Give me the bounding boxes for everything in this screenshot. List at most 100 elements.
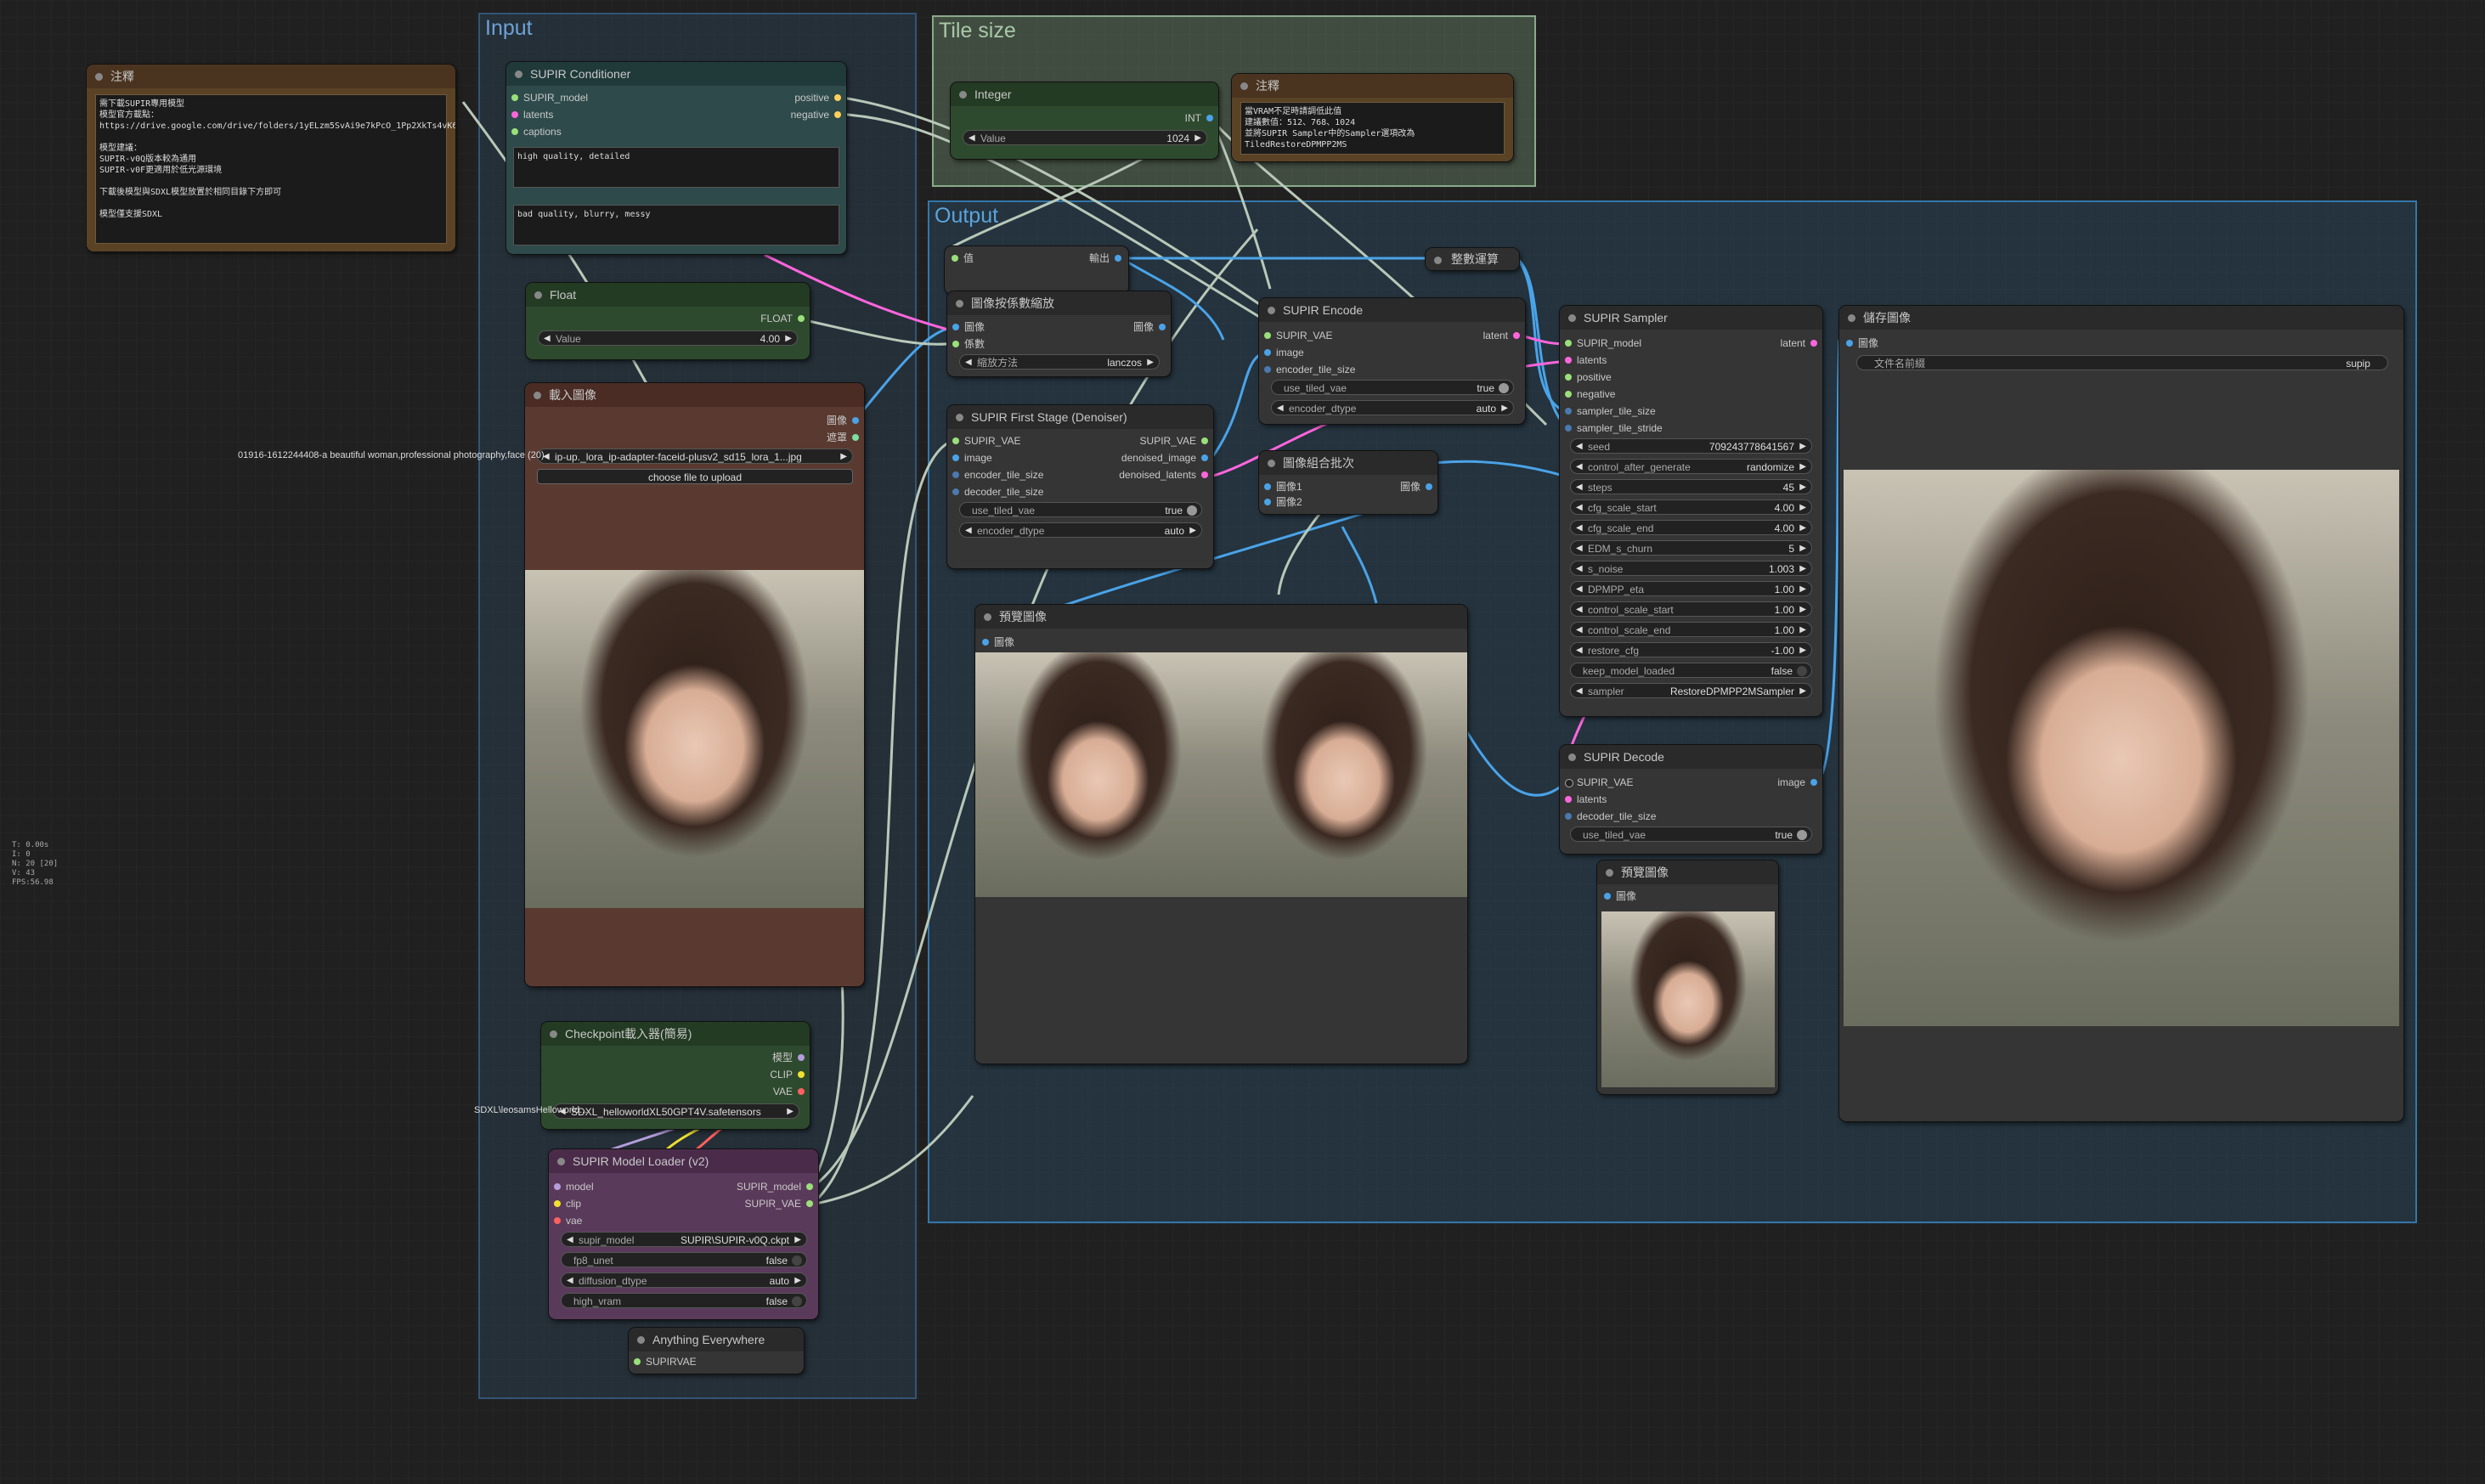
supir-encode-node[interactable]: SUPIR Encode SUPIR_VAE image encoder_til… bbox=[1259, 298, 1525, 424]
use-tiled-vae-toggle[interactable]: use_tiled_vae true bbox=[959, 502, 1202, 517]
encoder-dtype-combo[interactable]: ◀ encoder_dtype auto ▶ bbox=[959, 522, 1202, 538]
float-node[interactable]: Float FLOAT ◀ Value 4.00 ▶ bbox=[526, 283, 810, 359]
negative-prompt-textbox[interactable]: bad quality, blurry, messy bbox=[513, 205, 839, 245]
output-slot-denoised-image[interactable]: denoised_image bbox=[1121, 451, 1208, 465]
increment-arrow-icon[interactable]: ▶ bbox=[1799, 561, 1806, 577]
output-slot-output[interactable]: 輸出 bbox=[1089, 251, 1121, 265]
prev-arrow-icon[interactable]: ◀ bbox=[567, 1273, 573, 1289]
input-slot-image[interactable]: 圖像 bbox=[1604, 889, 1636, 903]
input-slot-image2[interactable]: 圖像2 bbox=[1264, 495, 1302, 509]
input-slot-decoder-tile[interactable]: decoder_tile_size bbox=[952, 485, 1043, 499]
decrement-arrow-icon[interactable]: ◀ bbox=[1576, 439, 1583, 454]
input-slot-decoder-tile[interactable]: decoder_tile_size bbox=[1565, 810, 1656, 823]
anything-everywhere-node[interactable]: Anything Everywhere SUPIRVAE bbox=[629, 1328, 804, 1374]
sampler-combo[interactable]: ◀ sampler RestoreDPMPP2MSampler ▶ bbox=[1570, 683, 1812, 698]
decrement-arrow-icon[interactable]: ◀ bbox=[1576, 561, 1583, 577]
input-slot-model[interactable]: model bbox=[554, 1180, 594, 1193]
output-slot-supir-model[interactable]: SUPIR_model bbox=[737, 1180, 813, 1193]
supir-decode-node[interactable]: SUPIR Decode SUPIR_VAE latents decoder_t… bbox=[1560, 745, 1822, 854]
input-slot-image[interactable]: 圖像 bbox=[952, 320, 985, 334]
output-slot-image[interactable]: 圖像 bbox=[1400, 480, 1432, 494]
input-slot-supir-model[interactable]: SUPIR_model bbox=[511, 91, 588, 104]
dpmpp-eta-widget[interactable]: ◀ DPMPP_eta 1.00 ▶ bbox=[1570, 581, 1812, 596]
next-arrow-icon[interactable]: ▶ bbox=[1799, 460, 1806, 475]
positive-prompt-textbox[interactable]: high quality, detailed bbox=[513, 147, 839, 188]
output-slot-image[interactable]: image bbox=[1777, 776, 1817, 789]
image-scale-by-node[interactable]: 圖像按係數縮放 圖像 係數 圖像 ◀ 縮放方法 lanczos ▶ bbox=[947, 291, 1171, 376]
note-node-vram[interactable]: 注釋 當VRAM不足時請調低此值 建議數值：512、768、1024 並將SUP… bbox=[1232, 74, 1513, 161]
integer-value-widget[interactable]: ◀ Value 1024 ▶ bbox=[963, 130, 1207, 145]
input-slot-sampler-tile-size[interactable]: sampler_tile_size bbox=[1565, 404, 1656, 418]
decrement-arrow-icon[interactable]: ◀ bbox=[1576, 602, 1583, 618]
input-slot-latents[interactable]: latents bbox=[1565, 353, 1607, 367]
increment-arrow-icon[interactable]: ▶ bbox=[1799, 521, 1806, 536]
save-image-node[interactable]: 儲存圖像 圖像 文件名前綴 supip bbox=[1839, 306, 2403, 1121]
cfg-scale-end-widget[interactable]: ◀ cfg_scale_end 4.00 ▶ bbox=[1570, 520, 1812, 535]
prev-arrow-icon[interactable]: ◀ bbox=[1576, 684, 1583, 699]
preview-image-node-comparison[interactable]: 預覽圖像 圖像 bbox=[975, 605, 1467, 1064]
increment-arrow-icon[interactable]: ▶ bbox=[1194, 131, 1201, 146]
cfg-scale-start-widget[interactable]: ◀ cfg_scale_start 4.00 ▶ bbox=[1570, 499, 1812, 515]
output-slot-supir-vae[interactable]: SUPIR_VAE bbox=[1140, 434, 1208, 448]
next-arrow-icon[interactable]: ▶ bbox=[794, 1273, 801, 1289]
primitive-node[interactable]: 值 輸出 bbox=[945, 246, 1128, 294]
output-slot-negative[interactable]: negative bbox=[791, 108, 841, 121]
decrement-arrow-icon[interactable]: ◀ bbox=[1576, 541, 1583, 556]
input-slot-image[interactable]: image bbox=[1264, 346, 1304, 359]
decrement-arrow-icon[interactable]: ◀ bbox=[1576, 500, 1583, 516]
increment-arrow-icon[interactable]: ▶ bbox=[1799, 623, 1806, 638]
note-node-model-info[interactable]: 注釋 需下載SUPIR專用模型 模型官方載點： https://drive.go… bbox=[87, 65, 455, 251]
float-value-widget[interactable]: ◀ Value 4.00 ▶ bbox=[538, 330, 798, 346]
supir-model-loader-node[interactable]: SUPIR Model Loader (v2) model clip vae S… bbox=[549, 1149, 818, 1319]
increment-arrow-icon[interactable]: ▶ bbox=[1799, 500, 1806, 516]
output-slot-latent[interactable]: latent bbox=[1781, 336, 1817, 350]
output-slot-latent[interactable]: latent bbox=[1483, 329, 1520, 342]
encoder-dtype-combo[interactable]: ◀ encoder_dtype auto ▶ bbox=[1271, 400, 1514, 415]
supir-sampler-node[interactable]: SUPIR Sampler SUPIR_model latents positi… bbox=[1560, 306, 1822, 716]
high-vram-toggle[interactable]: high_vram false bbox=[561, 1293, 807, 1308]
prev-arrow-icon[interactable]: ◀ bbox=[965, 523, 972, 539]
image-filename-combo[interactable]: ◀ ip-up._lora_ip-adapter-faceid-plusv2_sd… bbox=[537, 449, 853, 464]
note-text[interactable]: 需下載SUPIR專用模型 模型官方載點： https://drive.googl… bbox=[95, 94, 455, 244]
input-slot-image[interactable]: image bbox=[952, 451, 992, 465]
input-slot-sampler-tile-stride[interactable]: sampler_tile_stride bbox=[1565, 421, 1663, 435]
output-slot-int[interactable]: INT bbox=[1185, 111, 1213, 125]
control-after-generate-combo[interactable]: ◀ control_after_generate randomize ▶ bbox=[1570, 459, 1812, 474]
input-slot-supir-vae[interactable]: SUPIR_VAE bbox=[952, 434, 1020, 448]
input-slot-supir-vae[interactable]: SUPIR_VAE bbox=[1565, 776, 1633, 789]
input-slot-image[interactable]: 圖像 bbox=[982, 635, 1014, 649]
output-slot-float[interactable]: FLOAT bbox=[760, 312, 805, 325]
use-tiled-vae-toggle[interactable]: use_tiled_vae true bbox=[1271, 380, 1514, 395]
increment-arrow-icon[interactable]: ▶ bbox=[1799, 643, 1806, 658]
keep-model-loaded-toggle[interactable]: keep_model_loaded false bbox=[1570, 663, 1812, 678]
int-math-node[interactable]: 整數運算 bbox=[1426, 248, 1519, 270]
next-arrow-icon[interactable]: ▶ bbox=[794, 1233, 801, 1248]
input-slot-supir-model[interactable]: SUPIR_model bbox=[1565, 336, 1641, 350]
output-slot-model[interactable]: 模型 bbox=[772, 1051, 805, 1064]
choose-file-button[interactable]: choose file to upload bbox=[537, 469, 853, 484]
output-slot-supir-vae[interactable]: SUPIR_VAE bbox=[745, 1197, 813, 1210]
input-slot-latents[interactable]: latents bbox=[511, 108, 553, 121]
decrement-arrow-icon[interactable]: ◀ bbox=[1576, 623, 1583, 638]
supir-model-combo[interactable]: ◀ supir_model SUPIR\SUPIR-v0Q.ckpt ▶ bbox=[561, 1232, 807, 1247]
fp8-unet-toggle[interactable]: fp8_unet false bbox=[561, 1252, 807, 1267]
increment-arrow-icon[interactable]: ▶ bbox=[1799, 602, 1806, 618]
output-slot-image[interactable]: 圖像 bbox=[827, 414, 859, 427]
input-slot-encoder-tile[interactable]: encoder_tile_size bbox=[1264, 363, 1355, 376]
decrement-arrow-icon[interactable]: ◀ bbox=[1576, 582, 1583, 597]
next-arrow-icon[interactable]: ▶ bbox=[1189, 523, 1196, 539]
upscale-method-combo[interactable]: ◀ 縮放方法 lanczos ▶ bbox=[959, 354, 1160, 370]
prev-arrow-icon[interactable]: ◀ bbox=[567, 1233, 573, 1248]
increment-arrow-icon[interactable]: ▶ bbox=[1799, 439, 1806, 454]
load-image-node[interactable]: 載入圖像 圖像 遮罩 ◀ ip-up._lora_ip-adapter-facei… bbox=[525, 383, 864, 986]
decrement-arrow-icon[interactable]: ◀ bbox=[544, 331, 551, 347]
diffusion-dtype-combo[interactable]: ◀ diffusion_dtype auto ▶ bbox=[561, 1272, 807, 1288]
supir-first-stage-node[interactable]: SUPIR First Stage (Denoiser) SUPIR_VAE i… bbox=[947, 405, 1213, 568]
input-slot-supir-vae[interactable]: SUPIR_VAE bbox=[1264, 329, 1332, 342]
input-slot-scale[interactable]: 係數 bbox=[952, 337, 985, 351]
increment-arrow-icon[interactable]: ▶ bbox=[1799, 480, 1806, 495]
input-slot-negative[interactable]: negative bbox=[1565, 387, 1615, 401]
note-vram-text[interactable]: 當VRAM不足時請調低此值 建議數值：512、768、1024 並將SUPIR … bbox=[1240, 102, 1505, 155]
filename-prefix-input[interactable]: 文件名前綴 supip bbox=[1856, 355, 2388, 370]
integer-node[interactable]: Integer INT ◀ Value 1024 ▶ bbox=[951, 82, 1218, 159]
